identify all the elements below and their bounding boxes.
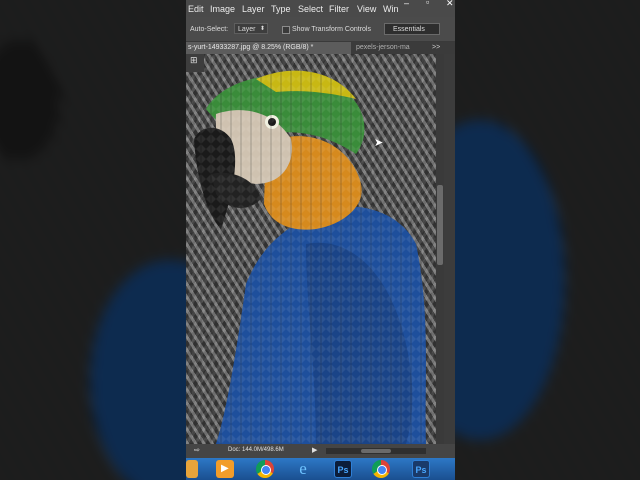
collapsed-panels-strip[interactable] bbox=[444, 54, 455, 444]
horizontal-scroll-thumb[interactable] bbox=[361, 449, 391, 453]
horizontal-scrollbar[interactable] bbox=[326, 448, 426, 454]
document-tabs: s-yurt-14933287.jpg @ 8.25% (RGB/8) * pe… bbox=[186, 42, 455, 54]
options-bar: Auto-Select: Layer ⬍ Show Transform Cont… bbox=[186, 17, 455, 42]
chrome-icon-2[interactable] bbox=[372, 460, 390, 478]
file-explorer-icon[interactable] bbox=[186, 460, 198, 478]
chrome-icon[interactable] bbox=[256, 460, 274, 478]
tab-other-document[interactable]: pexels-jerson-ma bbox=[356, 42, 426, 54]
auto-select-dropdown[interactable]: Layer ⬍ bbox=[234, 23, 268, 34]
internet-explorer-icon[interactable]: e bbox=[294, 460, 312, 478]
minimize-icon[interactable]: – bbox=[404, 0, 409, 8]
photoshop-window: Edit Image Layer Type Select Filter View… bbox=[186, 0, 455, 458]
tab-other-label: pexels-jerson-ma bbox=[356, 44, 410, 51]
status-menu-icon[interactable]: ⇨ bbox=[194, 446, 200, 454]
menu-select[interactable]: Select bbox=[298, 4, 323, 14]
windows-taskbar: ▶ e Ps Ps bbox=[186, 458, 455, 480]
chevron-down-icon: ⬍ bbox=[259, 26, 265, 32]
show-transform-checkbox[interactable] bbox=[282, 26, 290, 34]
photoshop-taskbar-icon-active[interactable]: Ps bbox=[412, 460, 430, 478]
vertical-scroll-thumb[interactable] bbox=[437, 185, 443, 265]
blurred-background-left bbox=[0, 0, 186, 480]
menu-view[interactable]: View bbox=[357, 4, 376, 14]
menu-image[interactable]: Image bbox=[210, 4, 235, 14]
parrot-image bbox=[186, 54, 436, 444]
menu-layer[interactable]: Layer bbox=[242, 4, 265, 14]
show-transform-label: Show Transform Controls bbox=[292, 26, 371, 33]
auto-select-value: Layer bbox=[238, 26, 256, 33]
blurred-background-right bbox=[455, 0, 640, 480]
auto-select-label: Auto-Select: bbox=[190, 26, 229, 33]
menu-type[interactable]: Type bbox=[271, 4, 291, 14]
tab-active-document[interactable]: s-yurt-14933287.jpg @ 8.25% (RGB/8) * bbox=[186, 42, 351, 54]
photoshop-taskbar-icon[interactable]: Ps bbox=[334, 460, 352, 478]
document-canvas[interactable] bbox=[186, 54, 436, 444]
maximize-icon[interactable]: ▫ bbox=[426, 0, 429, 7]
workspace-dropdown[interactable]: Essentials bbox=[384, 23, 440, 35]
tool-icon: ⊞ bbox=[190, 56, 198, 66]
menu-edit[interactable]: Edit bbox=[188, 4, 204, 14]
status-arrow-icon[interactable]: ▶ bbox=[312, 446, 317, 454]
media-player-icon[interactable]: ▶ bbox=[216, 460, 234, 478]
tool-panel-collapsed[interactable]: ⊞ bbox=[186, 54, 204, 72]
mouse-cursor-icon: ➤ bbox=[374, 136, 384, 149]
menu-window[interactable]: Win bbox=[383, 4, 399, 14]
workspace-value: Essentials bbox=[393, 26, 425, 33]
tabs-overflow-button[interactable]: >> bbox=[432, 42, 440, 54]
menu-filter[interactable]: Filter bbox=[329, 4, 349, 14]
document-size: Doc: 144.0M/498.6M bbox=[228, 447, 284, 453]
tab-active-label: s-yurt-14933287.jpg @ 8.25% (RGB/8) * bbox=[188, 44, 314, 51]
close-icon[interactable]: ✕ bbox=[446, 0, 454, 8]
status-bar: ⇨ Doc: 144.0M/498.6M ▶ bbox=[186, 444, 455, 458]
menu-bar: Edit Image Layer Type Select Filter View… bbox=[186, 0, 455, 17]
